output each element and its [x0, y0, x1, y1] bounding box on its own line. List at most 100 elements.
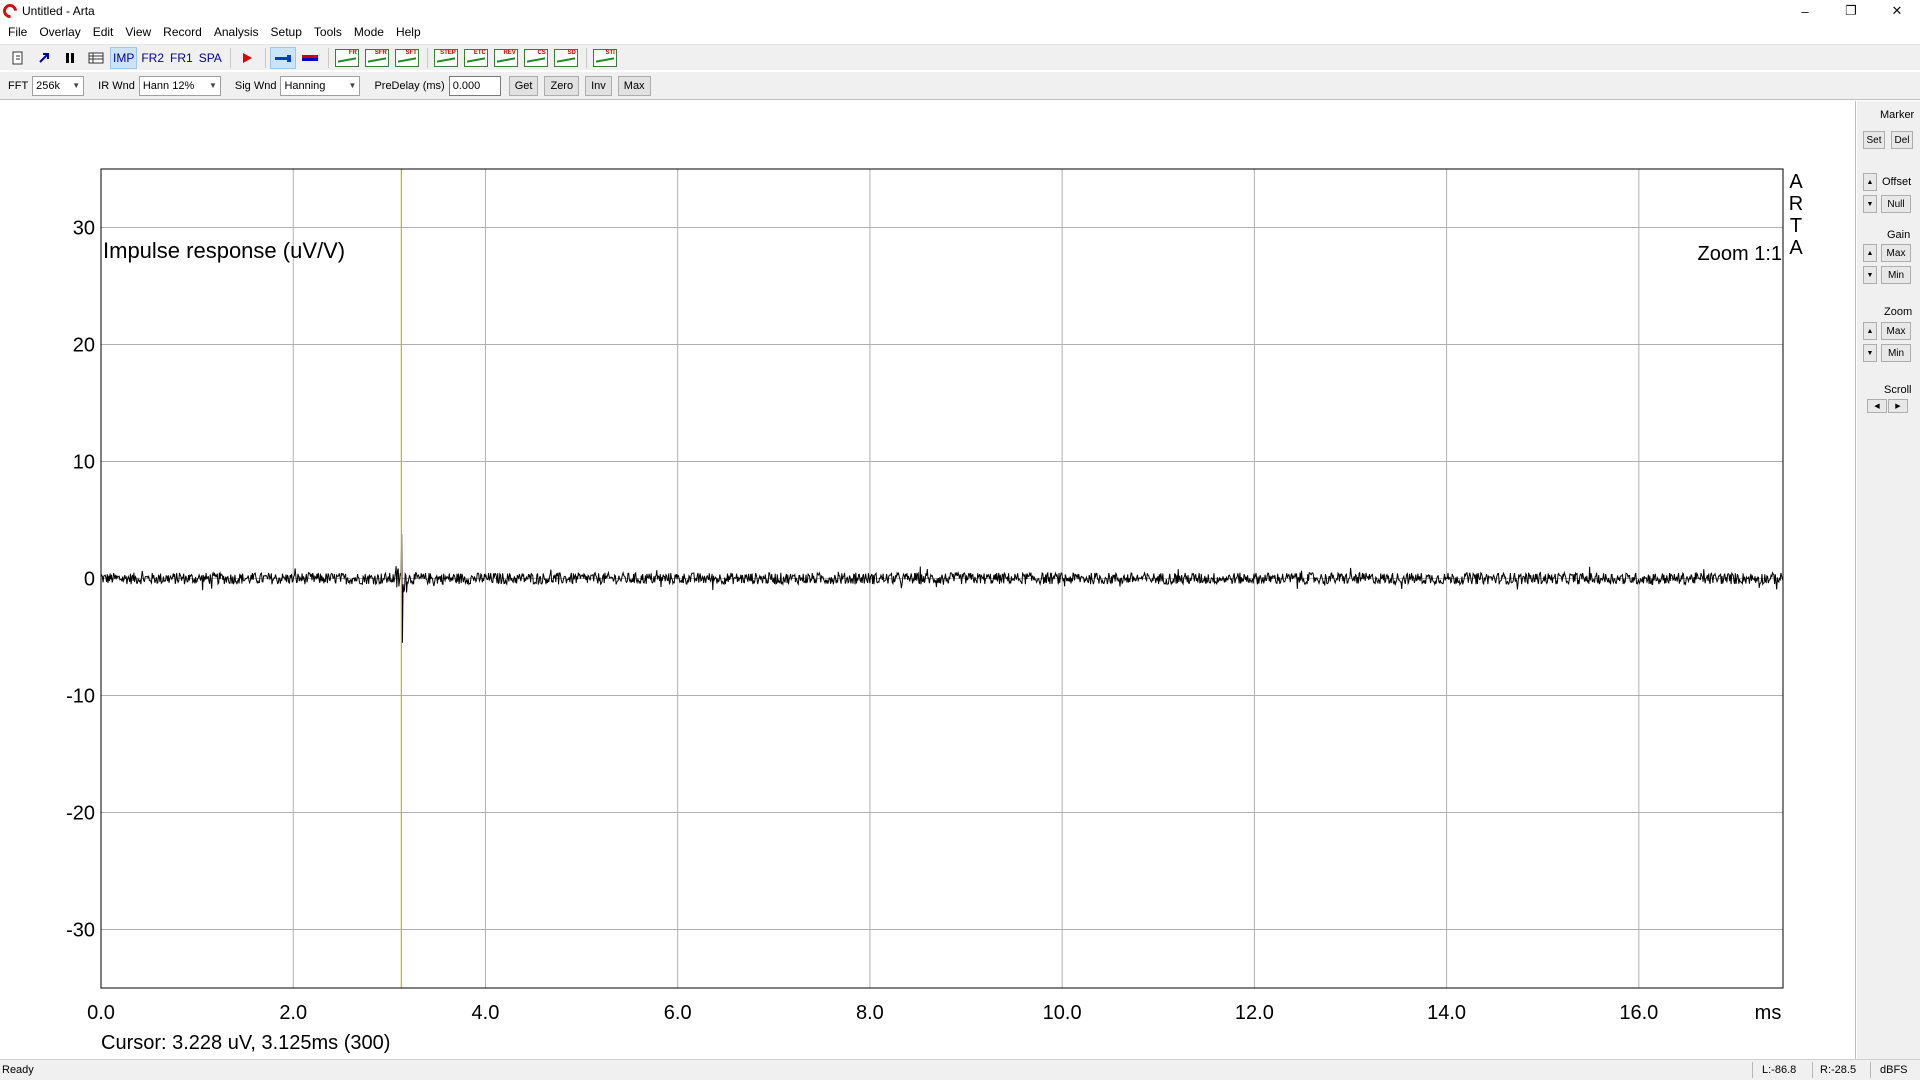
color-bars-icon	[301, 54, 318, 61]
graph-step-icon: STEP	[433, 48, 458, 67]
graph-tool-label: STI	[605, 49, 615, 56]
new-file-button[interactable]	[6, 47, 30, 69]
restore-button[interactable]: ❐	[1828, 0, 1874, 22]
close-button[interactable]: ✕	[1874, 0, 1920, 22]
toolbar: IMP FR2 FR1 SPA FR SFR SFT STEP ETC REV …	[0, 44, 1920, 70]
get-button[interactable]: Get	[508, 75, 539, 96]
status-bar: Ready L:-86.8 R:-28.5 dBFS	[0, 1059, 1920, 1080]
zoom-up-button[interactable]: ▲	[1863, 322, 1877, 340]
play-icon	[242, 52, 252, 63]
menu-help[interactable]: Help	[390, 22, 427, 42]
brand-letter: A	[1789, 237, 1803, 259]
marker-label: Marker	[1880, 109, 1915, 121]
tool-sti-button[interactable]: STI	[591, 47, 619, 69]
fft-select[interactable]: 256k ▼	[32, 75, 85, 96]
inv-button[interactable]: Inv	[585, 75, 612, 96]
y-axis-ticks: 30 20 10 0 -10 -20 -30	[66, 218, 95, 942]
tool-step-button[interactable]: STEP	[432, 47, 460, 69]
menu-view[interactable]: View	[119, 22, 157, 42]
cursor-readout: Cursor: 3.228 uV, 3.125ms (300)	[101, 1032, 390, 1054]
max-button[interactable]: Max	[617, 75, 651, 96]
y-tick-label: -30	[66, 920, 95, 942]
open-file-button[interactable]	[32, 47, 56, 69]
sig-wnd-value: Hanning	[284, 79, 326, 92]
menu-overlay[interactable]: Overlay	[33, 22, 86, 42]
chart-title: Impulse response (uV/V)	[103, 238, 345, 263]
sig-wnd-select[interactable]: Hanning ▼	[280, 75, 361, 96]
impulse-response-chart[interactable]: 30 20 10 0 -10 -20 -30 0.0 2.0 4.0 6.0 8.0 10.0 12.0…	[0, 101, 1856, 1059]
x-tick-label: 12.0	[1235, 1002, 1274, 1024]
tool-cs-button[interactable]: CS	[522, 47, 550, 69]
offset-up-button[interactable]: ▲	[1863, 173, 1877, 191]
graph-tool-label: REV	[503, 49, 516, 56]
tool-sd-button[interactable]: SD	[552, 47, 580, 69]
table-view-button[interactable]	[84, 47, 108, 69]
level-units: dBFS	[1880, 1064, 1908, 1076]
pause-button[interactable]	[58, 47, 82, 69]
title-bar: Untitled - Arta – ❐ ✕	[0, 0, 1920, 22]
menu-tools[interactable]: Tools	[308, 22, 348, 42]
menu-file[interactable]: File	[2, 22, 33, 42]
tool-etc-button[interactable]: ETC	[462, 47, 490, 69]
offset-down-button[interactable]: ▼	[1863, 195, 1877, 213]
control-panel: Marker Set Del ▲ Offset ▼ Null Gain ▲ Ma…	[1857, 101, 1920, 1059]
cursor-tool-button[interactable]	[269, 46, 296, 69]
predelay-input[interactable]: 0.000	[448, 75, 501, 96]
zero-button[interactable]: Zero	[544, 75, 580, 96]
menu-record[interactable]: Record	[157, 22, 208, 42]
menu-setup[interactable]: Setup	[265, 22, 308, 42]
offset-null-button[interactable]: Null	[1881, 195, 1911, 213]
tool-rev-button[interactable]: REV	[492, 47, 520, 69]
zoom-max-button[interactable]: Max	[1881, 322, 1911, 340]
fft-value: 256k	[36, 79, 61, 92]
tool-sft-button[interactable]: SFT	[393, 47, 421, 69]
y-tick-label: 20	[73, 335, 95, 357]
menu-mode[interactable]: Mode	[348, 22, 390, 42]
toolbar-separator	[264, 47, 266, 68]
gain-label: Gain	[1887, 229, 1911, 241]
gain-down-button[interactable]: ▼	[1863, 266, 1877, 284]
mode-fr2-button[interactable]: FR2	[139, 47, 166, 69]
sig-wnd-label: Sig Wnd	[234, 79, 277, 92]
x-tick-label: 10.0	[1043, 1002, 1082, 1024]
scroll-left-button[interactable]: ◀	[1867, 399, 1887, 413]
ir-wnd-label: IR Wnd	[98, 79, 135, 92]
tool-fr-button[interactable]: FR	[333, 47, 361, 69]
chevron-down-icon: ▼	[208, 81, 217, 90]
ir-wnd-value: Hann 12%	[142, 79, 195, 92]
graph-sfr-icon: SFR	[364, 48, 389, 67]
tool-sfr-button[interactable]: SFR	[363, 47, 391, 69]
scroll-label: Scroll	[1884, 384, 1912, 396]
gain-max-button[interactable]: Max	[1881, 244, 1911, 262]
mode-fr1-button[interactable]: FR1	[168, 47, 195, 69]
ir-wnd-select[interactable]: Hann 12% ▼	[138, 75, 221, 96]
marker-set-button[interactable]: Set	[1863, 131, 1885, 149]
status-ready: Ready	[2, 1064, 34, 1076]
pause-icon	[66, 52, 74, 63]
x-axis-unit: ms	[1755, 1002, 1782, 1024]
marker-del-button[interactable]: Del	[1891, 131, 1913, 149]
scroll-right-button[interactable]: ▶	[1888, 399, 1908, 413]
window-title: Untitled - Arta	[22, 4, 95, 18]
graph-cs-icon: CS	[523, 48, 548, 67]
gain-min-button[interactable]: Min	[1881, 266, 1911, 284]
minimize-button[interactable]: –	[1782, 0, 1828, 22]
mode-imp-button[interactable]: IMP	[110, 46, 138, 69]
menu-edit[interactable]: Edit	[87, 22, 120, 42]
graph-tool-label: SFT	[405, 49, 417, 56]
gain-up-button[interactable]: ▲	[1863, 244, 1877, 262]
y-tick-label: 30	[73, 218, 95, 240]
offset-label: Offset	[1882, 176, 1912, 188]
menu-analysis[interactable]: Analysis	[208, 22, 265, 42]
zoom-min-button[interactable]: Min	[1881, 344, 1911, 362]
graph-tool-label: SD	[567, 49, 576, 56]
fft-label: FFT	[8, 79, 29, 92]
arrow-up-icon: ▲	[1866, 249, 1874, 257]
graph-tool-label: ETC	[473, 49, 486, 56]
zoom-down-button[interactable]: ▼	[1863, 344, 1877, 362]
overlay-color-button[interactable]	[298, 47, 322, 69]
record-button[interactable]	[235, 47, 259, 69]
mode-spa-button[interactable]: SPA	[197, 47, 224, 69]
plot-area[interactable]: 30 20 10 0 -10 -20 -30 0.0 2.0 4.0 6.0 8.0 10.0 12.0…	[0, 101, 1856, 1059]
open-arrow-icon	[39, 52, 49, 63]
